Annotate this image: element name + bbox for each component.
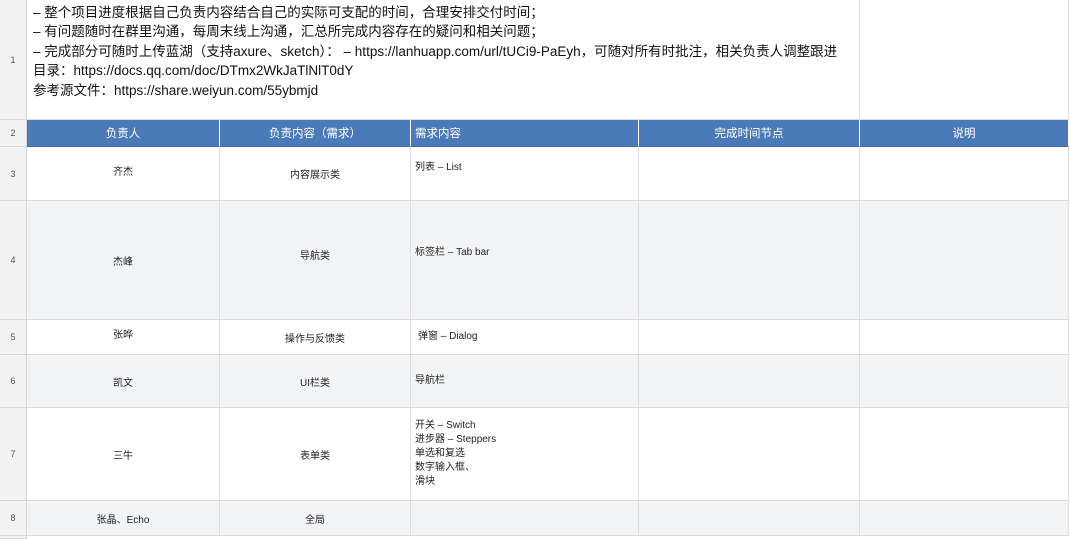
requirement-item: 进步器 – Steppers	[415, 434, 497, 445]
content-cell[interactable]: 操作与反馈类	[220, 320, 411, 355]
requirement-cell[interactable]: 开关 – Switch 进步器 – Steppers 单选和复选 数字输入框、 …	[411, 408, 639, 501]
requirement-item: 单选和复选	[415, 448, 465, 459]
notes-cell[interactable]: – 整个项目进度根据自己负责内容结合自己的实际可支配的时间，合理安排交付时间； …	[27, 0, 860, 120]
owner-cell[interactable]: 齐杰	[27, 147, 220, 201]
content-cell[interactable]: 导航类	[220, 201, 411, 320]
content-cell[interactable]: 内容展示类	[220, 147, 411, 201]
requirement-cell[interactable]: 列表 – List	[411, 147, 639, 201]
content-cell[interactable]: 表单类	[220, 408, 411, 501]
header-deadline[interactable]: 完成时间节点	[639, 120, 860, 147]
requirement-cell[interactable]	[411, 501, 639, 536]
owner-cell[interactable]: 三牛	[27, 408, 220, 501]
requirement-item: 弹窗 – Dialog	[418, 331, 478, 342]
requirement-item: 导航栏	[415, 375, 445, 386]
requirement-item: 列表 – List	[415, 162, 462, 173]
note-line-1: – 整个项目进度根据自己负责内容结合自己的实际可支配的时间，合理安排交付时间；	[33, 5, 544, 20]
owner-cell[interactable]: 张晶、Echo	[27, 501, 220, 536]
spreadsheet: 1 2 3 4 5 6 7 8 – 整个项目进度根据自己负责内容结合自己的实际可…	[0, 0, 1069, 539]
deadline-cell[interactable]	[639, 501, 860, 536]
remarks-cell[interactable]	[860, 320, 1069, 355]
remarks-cell[interactable]	[860, 201, 1069, 320]
row-number[interactable]: 3	[0, 147, 27, 201]
row-number[interactable]: 7	[0, 408, 27, 501]
deadline-cell[interactable]	[639, 408, 860, 501]
note-line-5: 参考源文件：https://share.weiyun.com/55ybmjd	[33, 82, 319, 98]
remarks-cell[interactable]	[860, 501, 1069, 536]
header-owner[interactable]: 负责人	[27, 120, 220, 147]
row-number[interactable]: 1	[0, 0, 27, 120]
empty-cell[interactable]	[860, 0, 1069, 120]
owner-cell[interactable]: 杰峰	[27, 201, 220, 320]
row-number[interactable]: 2	[0, 120, 27, 147]
requirement-cell[interactable]: 标签栏 – Tab bar	[411, 201, 639, 320]
header-requirement[interactable]: 需求内容	[411, 120, 639, 147]
deadline-cell[interactable]	[639, 201, 860, 320]
content-cell[interactable]: 全局	[220, 501, 411, 536]
remarks-cell[interactable]	[860, 147, 1069, 201]
requirement-item: 标签栏 – Tab bar	[415, 247, 490, 258]
header-content[interactable]: 负责内容（需求）	[220, 120, 411, 147]
note-line-3: – 完成部分可随时上传蓝湖（支持axure、sketch）： – https:/…	[33, 43, 838, 59]
content-cell[interactable]: UI栏类	[220, 355, 411, 408]
deadline-cell[interactable]	[639, 147, 860, 201]
note-line-2: – 有问题随时在群里沟通，每周末线上沟通，汇总所完成内容存在的疑问和相关问题；	[33, 24, 544, 40]
requirement-item: 数字输入框、	[415, 462, 475, 473]
owner-cell[interactable]: 凯文	[27, 355, 220, 408]
requirement-item: 开关 – Switch	[415, 420, 476, 431]
row-number[interactable]: 8	[0, 501, 27, 536]
deadline-cell[interactable]	[639, 320, 860, 355]
requirement-cell[interactable]: 导航栏	[411, 355, 639, 408]
header-remarks[interactable]: 说明	[860, 120, 1069, 147]
requirement-item: 滑块	[415, 476, 435, 487]
row-number[interactable]: 4	[0, 201, 27, 320]
row-number[interactable]: 6	[0, 355, 27, 408]
remarks-cell[interactable]	[860, 355, 1069, 408]
row-number[interactable]: 5	[0, 320, 27, 355]
owner-cell[interactable]: 张晔	[27, 320, 220, 355]
note-line-4: 目录：https://docs.qq.com/doc/DTmx2WkJaTlNl…	[33, 63, 354, 79]
remarks-cell[interactable]	[860, 408, 1069, 501]
requirement-cell[interactable]: 弹窗 – Dialog	[411, 320, 639, 355]
deadline-cell[interactable]	[639, 355, 860, 408]
